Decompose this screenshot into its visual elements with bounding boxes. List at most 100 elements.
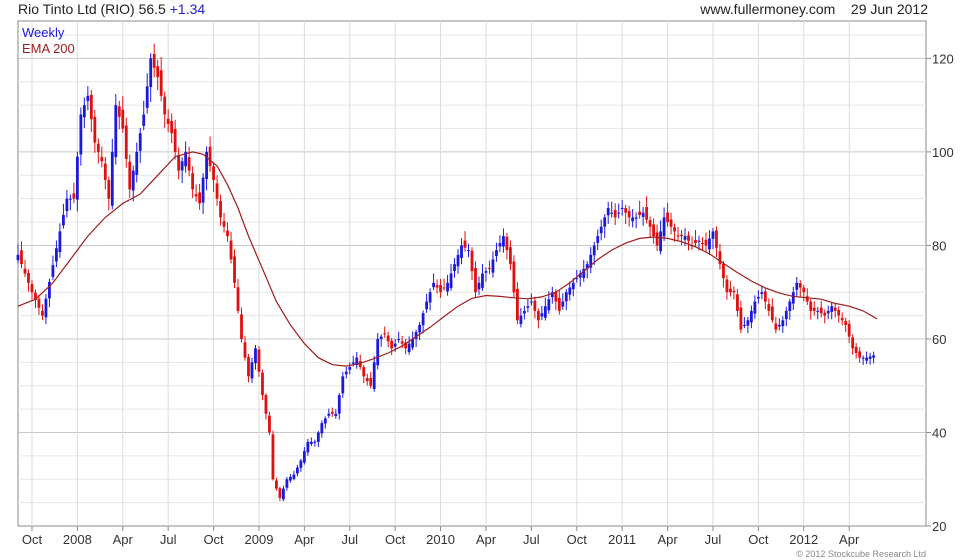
candle-body [634,217,638,219]
candle-body [680,234,683,237]
candle-body [641,212,645,217]
candle-body [428,292,432,303]
candle-body [400,341,404,344]
candle-body [599,226,603,234]
candle-body [484,271,488,273]
candle-body [302,451,306,463]
candle-body [299,460,303,468]
candle-body [777,324,781,327]
candle-body [715,230,718,248]
candle-body [365,378,369,382]
candle-body [289,476,292,481]
x-tick-label: Apr [839,532,860,547]
candle-body [837,309,841,316]
candle-body [809,301,813,311]
candle-body [564,292,568,302]
x-tick-label: Oct [748,532,769,547]
candle-body [512,261,516,293]
x-tick-label: Apr [294,532,315,547]
candle-body [201,177,205,203]
candle-body [805,296,809,302]
candle-body [240,314,243,339]
candle-body [68,198,72,200]
candle-body [142,114,146,126]
x-tick-label: Jul [341,532,358,547]
candle-body [330,411,334,414]
x-tick-label: Oct [22,532,43,547]
candle-body [610,212,614,214]
candle-body [645,207,649,220]
candle-body [222,221,226,227]
candle-body [421,313,425,326]
candle-body [407,343,411,353]
candle-body [208,146,212,166]
candle-body [261,372,264,396]
candle-body [268,415,271,433]
candle-body [502,236,505,247]
candle-body [48,281,51,299]
candle-body [180,161,184,171]
x-tick-label: 2009 [245,532,274,547]
candle-body [233,256,236,283]
candle-body [275,480,278,489]
candle-body [86,95,90,102]
candle-body [351,362,355,364]
candle-body [533,300,537,311]
candle-body [23,268,27,274]
candle-body [543,306,547,318]
candle-body [659,231,662,252]
candle-body [166,118,170,124]
candle-body [491,259,495,273]
candle-body [743,324,746,326]
candle-body [739,307,743,330]
candle-body [285,479,289,488]
candle-body [844,321,848,325]
x-tick-label: Apr [113,532,134,547]
candle-body [173,129,177,152]
candle-body [540,313,544,317]
y-tick-label: 120 [932,51,954,66]
candle-body [467,250,470,252]
y-tick-label: 80 [932,238,946,253]
candle-body [760,292,764,294]
x-tick-label: 2008 [63,532,92,547]
candle-body [313,441,317,443]
candle-body [669,219,673,227]
candle-body [439,284,442,293]
candle-body [865,357,869,361]
candle-body [243,342,247,358]
candle-body [519,315,523,325]
candle-body [526,306,530,308]
candle-body [149,58,153,87]
candle-body [568,287,572,295]
candle-body [432,282,435,288]
candle-body [309,441,313,444]
candle-body [110,151,114,206]
candle-body [117,106,121,117]
candle-body [498,243,502,247]
candle-body [746,320,750,326]
candle-body [851,337,855,349]
candle-body [327,413,331,416]
y-tick-label: 60 [932,332,946,347]
candle-body [379,336,383,339]
legend-ema200: EMA 200 [22,41,75,56]
candle-body [72,193,76,199]
candle-body [131,170,135,191]
candle-body [156,66,160,78]
x-tick-label: Oct [385,532,406,547]
x-tick-label: Jul [160,532,177,547]
candle-body [767,304,771,311]
candle-body [488,267,491,269]
candle-body [55,248,58,262]
candle-body [847,323,851,337]
candle-body [823,312,827,316]
candle-body [505,236,509,251]
candle-body [337,395,341,414]
candle-body [708,238,711,250]
y-tick-label: 40 [932,425,946,440]
x-tick-label: Oct [203,532,224,547]
candle-body [376,338,380,366]
candle-body [763,291,767,302]
candle-body [369,378,373,386]
